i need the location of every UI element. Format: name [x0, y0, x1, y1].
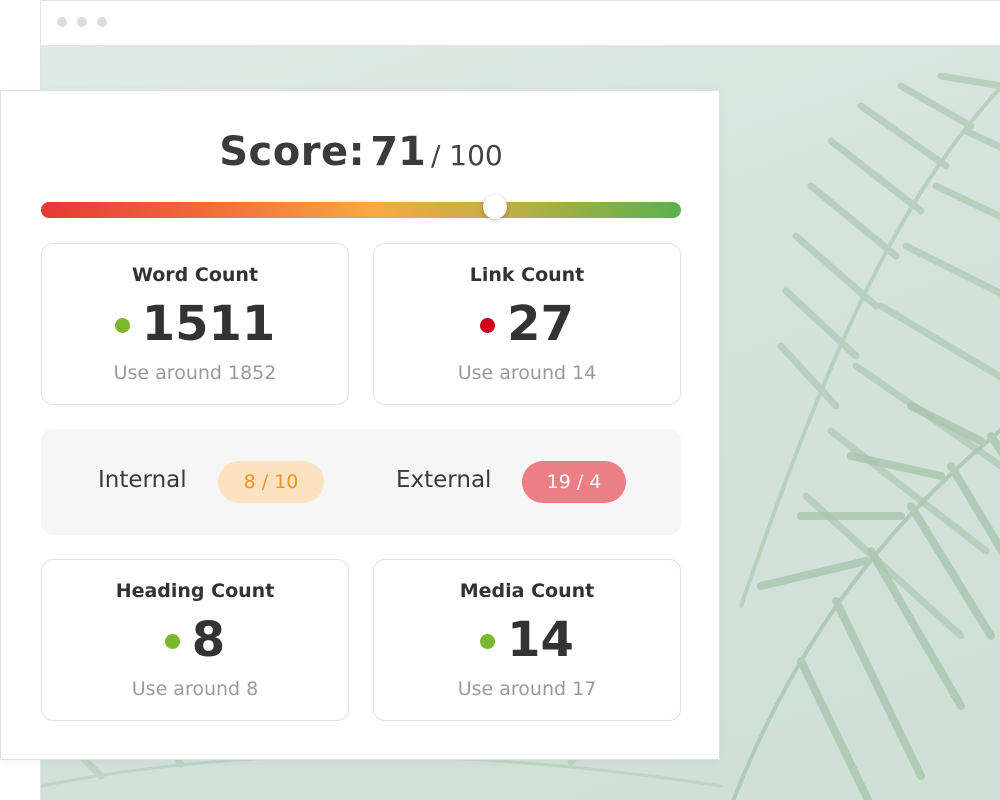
media-count-label: Media Count — [459, 580, 595, 602]
word-count-card: Word Count 1511 Use around 1852 — [41, 243, 349, 405]
word-count-hint: Use around 1852 — [113, 362, 277, 384]
word-count-label: Word Count — [131, 264, 259, 286]
link-count-hint: Use around 14 — [457, 362, 597, 384]
window-dot-icon — [77, 17, 87, 27]
link-count-card: Link Count 27 Use around 14 — [373, 243, 681, 405]
window-dot-icon — [57, 17, 67, 27]
heading-count-hint: Use around 8 — [131, 678, 259, 700]
heading-count-value-row: 8 — [42, 612, 348, 668]
seo-score-card: Score: 71 / 100 Word Count 1511 Use arou… — [0, 90, 720, 760]
link-count-value-row: 27 — [374, 296, 680, 352]
window-dot-icon — [97, 17, 107, 27]
stage: Score: 71 / 100 Word Count 1511 Use arou… — [0, 0, 1000, 800]
score-heading: Score: 71 / 100 — [1, 129, 721, 175]
heading-count-card: Heading Count 8 Use around 8 — [41, 559, 349, 721]
score-label: Score: — [219, 129, 366, 175]
status-dot-icon — [480, 633, 496, 649]
media-count-value: 14 — [507, 612, 574, 668]
link-count-value: 27 — [507, 296, 574, 352]
link-breakdown-panel: Internal 8 / 10 External 19 / 4 — [41, 429, 681, 535]
media-count-value-row: 14 — [374, 612, 680, 668]
status-dot-icon — [480, 317, 496, 333]
heading-count-value: 8 — [191, 612, 226, 668]
media-count-card: Media Count 14 Use around 17 — [373, 559, 681, 721]
status-dot-icon — [114, 317, 130, 333]
external-links-label: External — [396, 467, 492, 493]
browser-title-bar — [41, 1, 1000, 46]
score-total: / 100 — [430, 139, 503, 172]
heading-count-label: Heading Count — [115, 580, 275, 602]
media-count-hint: Use around 17 — [457, 678, 597, 700]
internal-links-badge: 8 / 10 — [218, 461, 324, 503]
status-dot-icon — [164, 633, 180, 649]
word-count-value-row: 1511 — [42, 296, 348, 352]
word-count-value: 1511 — [141, 296, 276, 352]
link-count-label: Link Count — [469, 264, 585, 286]
score-gradient-bar — [41, 202, 681, 218]
score-value: 71 — [370, 129, 426, 175]
internal-links-label: Internal — [98, 467, 187, 493]
external-links-badge: 19 / 4 — [522, 461, 626, 503]
